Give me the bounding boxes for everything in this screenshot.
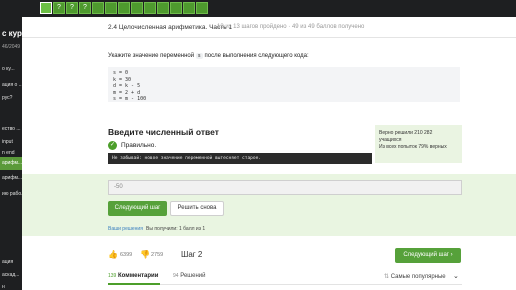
header-divider [22,37,516,38]
like-count: 6399 [120,252,133,258]
step-tab[interactable] [157,2,169,14]
retry-button[interactable]: Решить снова [170,201,224,216]
step-tab[interactable] [131,2,143,14]
step-tab[interactable] [92,2,104,14]
feedback-hint: Не забывай: новое значение переменной вы… [108,153,372,164]
code-block: s = 0 k = 30 d = k - 5 m = 2 + d s = m -… [108,67,460,102]
tab-comments[interactable]: 139 Комментарии [108,273,158,279]
sidebar-item[interactable]: н [0,281,22,290]
chevron-right-icon: › [450,252,453,258]
code-line: d = k - 5 [113,83,141,89]
tabs-divider [108,284,462,285]
sidebar-item[interactable]: о ку... [0,63,22,76]
sidebar-item[interactable]: ация о ... [0,79,22,92]
stats-learners: учащихся [379,137,402,143]
step-tab[interactable]: ? [53,2,65,14]
question-text: Укажите значение переменной s после выпо… [108,53,309,59]
sort-label: Самые популярные [390,274,446,280]
step-tab[interactable] [40,2,52,14]
next-step-label: Следующий шаг [403,252,449,258]
score-received: Вы получили: 1 балл из 1 [146,226,206,232]
lesson-page: с курс 46/2049 о ку... ация о ... рус? е… [0,0,516,290]
sidebar-item[interactable]: рус? [0,92,22,105]
step-tab[interactable] [144,2,156,14]
code-line: s = 0 [113,70,129,76]
dislike-count: 2759 [151,252,164,258]
question-prefix: Укажите значение переменной [108,53,195,59]
check-circle-icon: ✓ [108,141,117,150]
step-tab[interactable]: ? [66,2,78,14]
step-tab[interactable] [196,2,208,14]
stats-accuracy: Из всех попыток 79% верных [379,144,447,150]
step-label: Шаг 2 [181,250,203,259]
sidebar-item-active[interactable]: арифм... [0,157,22,170]
sidebar-item[interactable]: ация [0,256,22,269]
thumbs-down-icon[interactable]: 👎 [140,250,150,259]
lesson-progress-meta: 13 из 13 шагов пройдено · 49 из 49 балло… [217,24,365,30]
thumbs-up-icon[interactable]: 👍 [108,250,118,259]
code-line: m = 2 + d [113,89,141,96]
step-tab[interactable] [183,2,195,14]
question-suffix: после выполнения следующего кода: [204,53,309,59]
chevron-down-icon[interactable]: ⌄ [453,272,459,280]
comments-count: 139 [108,273,117,279]
comments-label: Комментарии [118,273,159,279]
sidebar-item[interactable]: ество ... [0,123,22,136]
sidebar-course-title[interactable]: с курс [2,29,22,38]
active-tab-underline [108,283,160,285]
question-variable: s [195,53,203,59]
sort-dropdown[interactable]: ⇅ Самые популярные [384,273,446,280]
tab-solutions[interactable]: 94 Решений [173,273,205,279]
step-navigation-bar: ? ? ? [22,0,516,17]
next-step-button[interactable]: Следующий шаг [108,201,167,216]
step-tab[interactable] [170,2,182,14]
solutions-label: Решений [180,273,206,279]
solutions-count: 94 [173,273,179,279]
sidebar-item[interactable]: арифм... [0,172,22,185]
code-line: s = m - 100 [113,96,147,102]
solve-stats-box: Верно решили 210 282 учащихся Из всех по… [375,125,462,163]
your-solutions-link[interactable]: Ваши решения [108,226,143,232]
step-tab[interactable] [105,2,117,14]
code-line: k = 30 [113,76,132,83]
correct-status: Правильно. [121,142,157,149]
answer-input[interactable]: -50 [108,180,462,195]
sidebar-item[interactable]: ию рабо... [0,188,22,201]
step-tab[interactable]: ? [79,2,91,14]
stats-solved: Верно решили 210 282 [379,130,433,136]
sort-icon: ⇅ [384,274,390,280]
sidebar-progress: 46/2049 [2,44,21,50]
course-sidebar: с курс 46/2049 о ку... ация о ... рус? е… [0,0,22,290]
next-step-button-footer[interactable]: Следующий шаг › [395,248,461,263]
lesson-title[interactable]: 2.4 Целочисленная арифметика. Часть 1 [108,24,232,31]
step-tab[interactable] [118,2,130,14]
answer-heading: Введите численный ответ [108,127,219,137]
